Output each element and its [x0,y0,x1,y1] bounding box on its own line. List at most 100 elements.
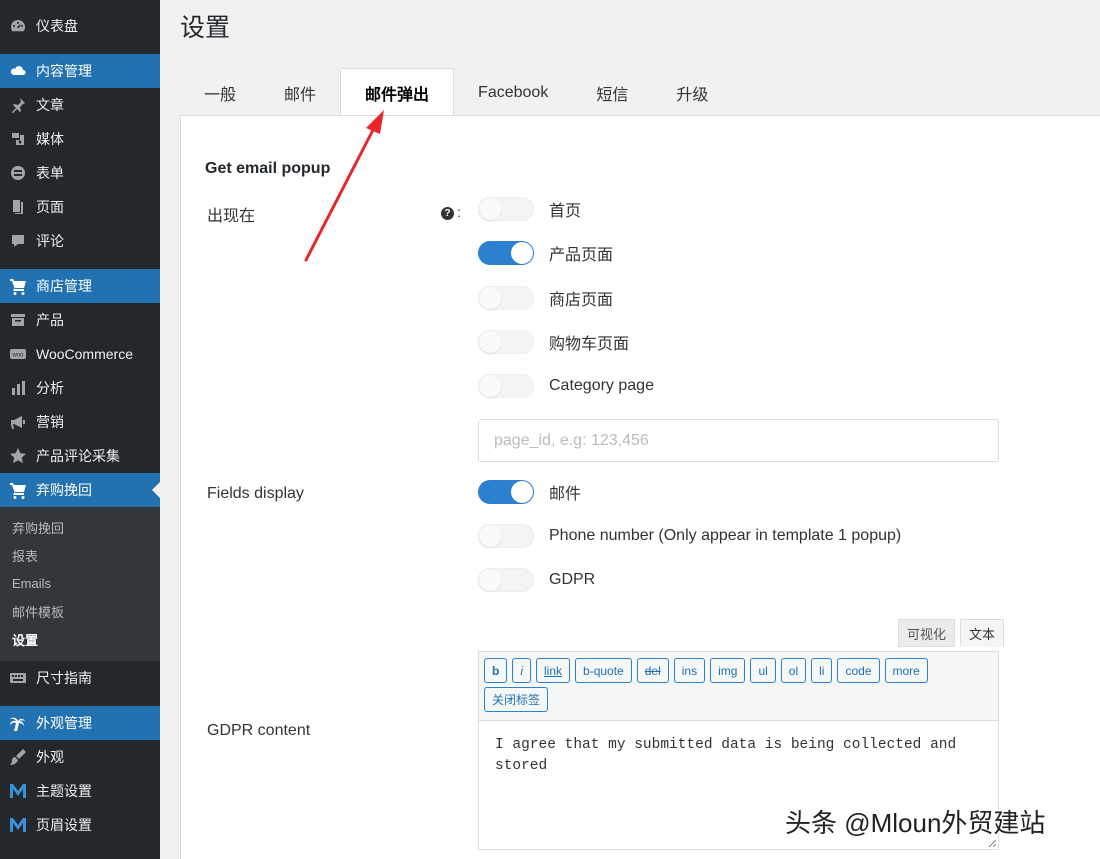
help-icon[interactable]: ? [441,207,454,220]
sidebar-item-label: 尺寸指南 [36,670,92,686]
sidebar-item-label: 仪表盘 [36,18,78,34]
sidebar-item-abandoned-cart[interactable]: 弃购挽回 [0,473,160,507]
qt-button[interactable]: i [512,658,532,683]
sidebar-item-comments[interactable]: 评论 [0,224,160,258]
appear-on-label: 出现在 [207,208,256,225]
editor-tab[interactable]: 可视化 [898,619,956,647]
sidebar-item-header-settings[interactable]: 页眉设置 [0,808,160,842]
toggle-row: Phone number (Only appear in template 1 … [478,523,901,549]
toggle-row: 产品页面 [478,240,613,266]
qt-button[interactable]: del [636,658,669,683]
sidebar-item-posts[interactable]: 文章 [0,88,160,122]
qt-button[interactable]: b [484,658,508,683]
comment-icon [0,232,36,250]
tab-1[interactable]: 邮件 [260,70,340,116]
page-icon [0,198,36,216]
sidebar-item-label: 页面 [36,199,64,215]
form-icon [0,164,36,182]
submenu-item[interactable]: 设置 [0,625,160,653]
admin-sidebar: 仪表盘内容管理文章媒体表单页面评论商店管理产品 woo WooCommerce 分析营… [0,0,160,859]
sidebar-item-label: WooCommerce [36,346,133,362]
sidebar-item-size-guide[interactable]: 尺寸指南 [0,661,160,695]
toggle-row: 邮件 [478,479,581,505]
sidebar-item-marketing[interactable]: 营销 [0,405,160,439]
toggle-switch[interactable] [478,285,534,310]
fields-display-label: Fields display [207,485,304,502]
sidebar-item-label: 内容管理 [36,63,92,79]
sidebar-item-label: 商店管理 [36,278,92,294]
gdpr-content-label: GDPR content [207,722,311,739]
toggle-row: 首页 [478,196,581,222]
qt-button[interactable]: link [536,658,571,683]
sidebar-item-theme-settings[interactable]: 主题设置 [0,774,160,808]
sidebar-item-store-mgmt[interactable]: 商店管理 [0,269,160,303]
toggle-switch[interactable] [478,524,534,548]
pin-icon [0,96,36,114]
toggle-knob [479,330,501,353]
tab-2[interactable]: 邮件弹出 [340,68,455,116]
sidebar-item-content-mgmt[interactable]: 内容管理 [0,54,160,88]
sidebar-item-label: 页眉设置 [36,817,92,833]
toggle-knob [479,286,501,309]
qt-button[interactable]: 关闭标签 [484,687,549,712]
m-logo-icon [0,816,36,834]
qt-button[interactable]: ul [750,658,776,683]
sidebar-item-appearance[interactable]: 外观 [0,740,160,774]
qt-button[interactable]: img [710,658,746,683]
submenu-item[interactable]: Emails [0,569,160,597]
sidebar-item-label: 弃购挽回 [36,482,92,498]
dashboard-icon [0,17,36,35]
qt-button[interactable]: code [837,658,880,683]
tab-4[interactable]: 短信 [572,70,652,116]
sidebar-item-dashboard[interactable]: 仪表盘 [0,9,160,43]
qt-button[interactable]: li [811,658,833,683]
sidebar-item-label: 媒体 [36,131,64,147]
sidebar-item-pages[interactable]: 页面 [0,190,160,224]
sidebar-item-analytics[interactable]: 分析 [0,371,160,405]
tab-3[interactable]: Facebook [454,70,572,116]
sidebar-item-appearance-mgmt[interactable]: 外观管理 [0,706,160,740]
submenu-item[interactable]: 邮件模板 [0,597,160,625]
toggle-switch[interactable] [478,568,534,592]
toggle-switch[interactable] [478,329,534,354]
quicktags-toolbar: b i link b-quote del ins img ul ol li code more 关闭标签 [478,651,999,720]
qt-button[interactable]: b-quote [575,658,632,683]
toggle-knob [511,242,533,265]
toggle-row: Category page [478,373,654,399]
toggle-switch[interactable] [478,241,534,266]
tab-0[interactable]: 一般 [180,70,260,116]
palm-icon [0,714,36,732]
watermark: 头条 @Mloun外贸建站 [785,808,1046,838]
settings-panel: Get email popup 出现在 ? : 首页 产品页面 商店页面 购物车页面 C… [180,115,1100,859]
sidebar-item-label: 主题设置 [36,783,92,799]
toggle-knob [479,198,501,220]
toggle-label: Category page [549,377,654,395]
qt-button[interactable]: ol [780,658,807,683]
sidebar-item-forms[interactable]: 表单 [0,156,160,190]
toggle-switch[interactable] [478,374,534,399]
toggle-label: GDPR [549,571,596,588]
submenu-item[interactable]: 报表 [0,541,160,569]
toggle-row: 商店页面 [478,285,613,311]
sidebar-item-media[interactable]: 媒体 [0,122,160,156]
toggle-knob [511,481,533,503]
sidebar-item-products[interactable]: 产品 [0,303,160,337]
toggle-knob [479,375,501,398]
sidebar-item-review-collect[interactable]: 产品评论采集 [0,439,160,473]
toggle-label: 购物车页面 [549,335,630,353]
toggle-switch[interactable] [478,480,534,504]
cloud-icon [0,62,36,80]
tab-5[interactable]: 升级 [652,70,732,116]
qt-button[interactable]: more [884,658,928,683]
toggle-switch[interactable] [478,197,534,221]
submenu-item[interactable]: 弃购挽回 [0,513,160,541]
sidebar-item-label: 产品 [36,312,64,328]
page-id-input[interactable] [478,419,999,462]
sidebar-item-label: 文章 [36,97,64,113]
help-colon: : [457,204,461,220]
sidebar-item-woocommerce[interactable]: woo WooCommerce [0,337,160,371]
qt-button[interactable]: ins [673,658,706,683]
sidebar-item-label: 表单 [36,165,64,181]
editor-tab[interactable]: 文本 [960,619,1005,647]
cart-icon [0,277,36,295]
